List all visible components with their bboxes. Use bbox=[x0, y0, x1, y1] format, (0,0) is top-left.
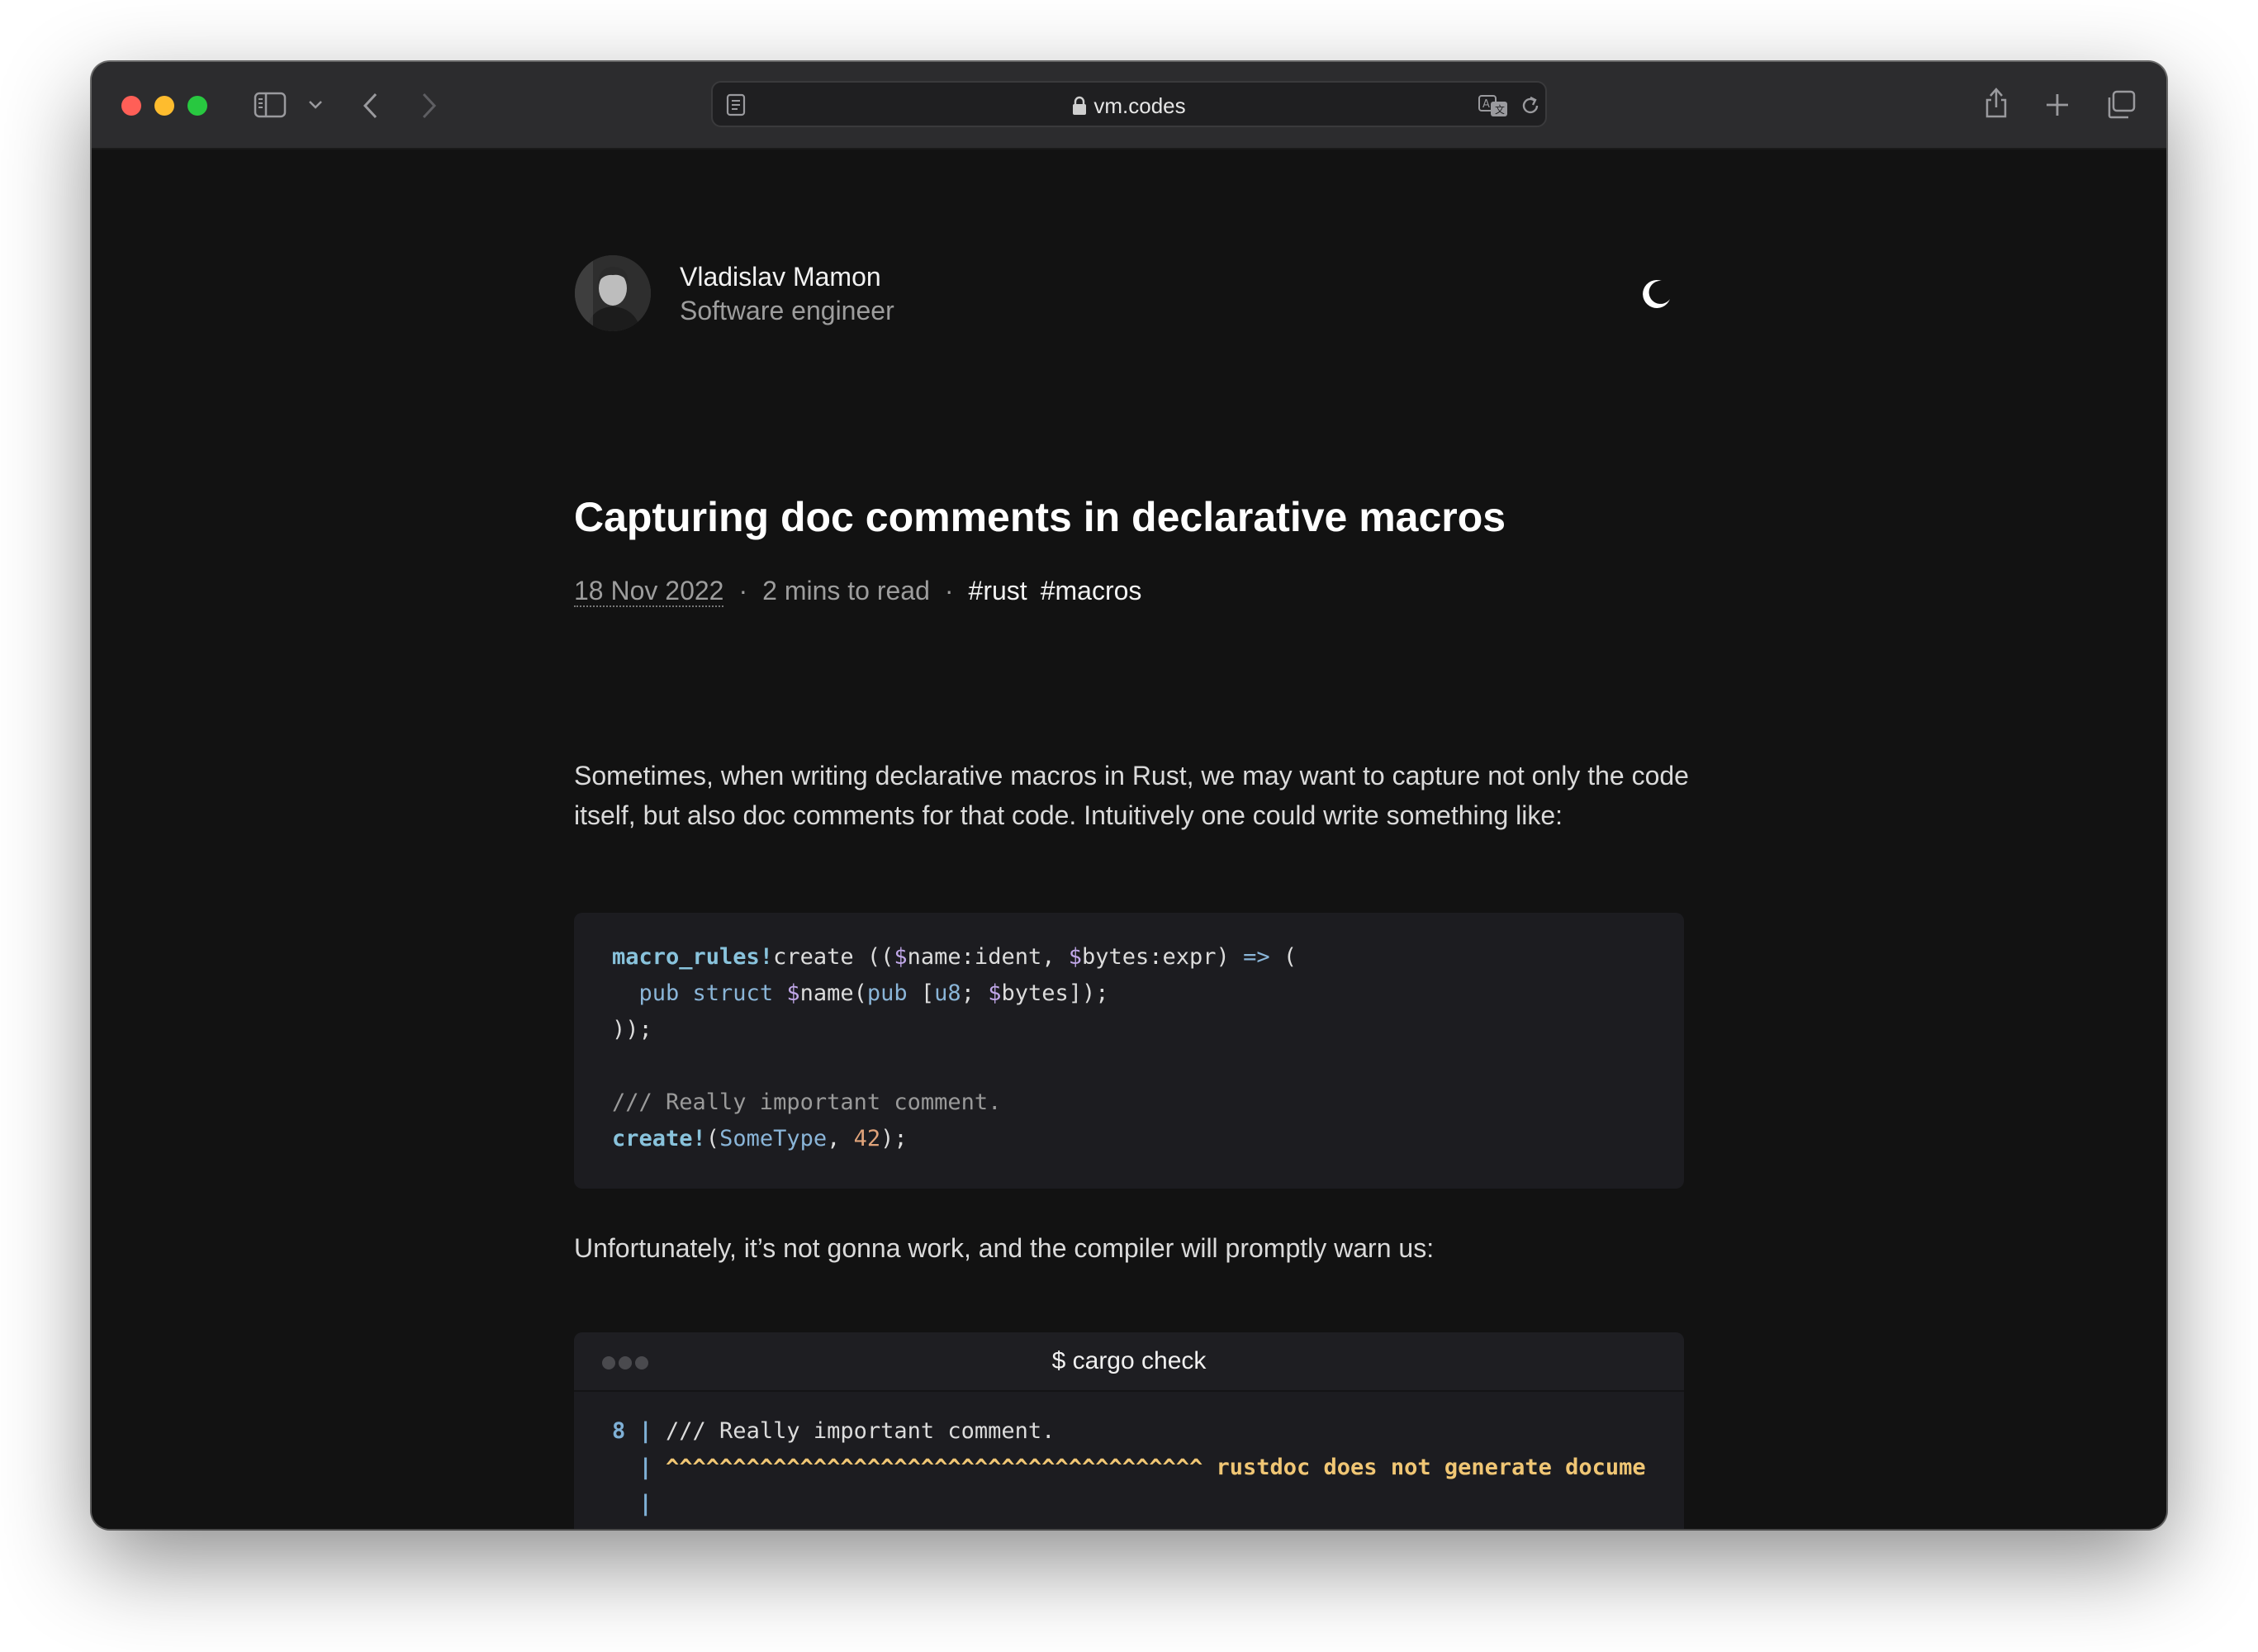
browser-window: vm.codes A 文 Vladislav Mamon Software en… bbox=[92, 62, 2166, 1529]
code-token: = bbox=[612, 1527, 666, 1529]
code-token: )); bbox=[612, 1017, 652, 1042]
terminal-header: $ cargo check bbox=[574, 1332, 1684, 1392]
code-token: $ bbox=[988, 980, 1002, 1006]
meta-separator: · bbox=[738, 576, 748, 605]
terminal-content: 8 | /// Really important comment. | ^^^^… bbox=[612, 1413, 1646, 1529]
code-token: macro_rules! bbox=[612, 944, 774, 970]
code-token: create! bbox=[612, 1126, 706, 1151]
sidebar-icon[interactable] bbox=[254, 92, 287, 118]
avatar-photo bbox=[575, 255, 651, 331]
author-role: Software engineer bbox=[680, 296, 894, 325]
code-token: ( bbox=[1269, 944, 1297, 970]
code-token: | bbox=[612, 1491, 652, 1517]
theme-toggle-moon-icon[interactable] bbox=[1640, 278, 1673, 311]
code-token: /// Really important comment. bbox=[612, 1089, 1002, 1115]
page-content: Vladislav Mamon Software engineer Captur… bbox=[92, 150, 2166, 1529]
tab-overview-icon[interactable] bbox=[2105, 90, 2137, 120]
code-token: bytes:expr) bbox=[1082, 944, 1244, 970]
url-display[interactable]: vm.codes bbox=[713, 93, 1545, 119]
code-token: 8 | bbox=[612, 1418, 666, 1444]
share-icon[interactable] bbox=[1983, 85, 2009, 120]
code-token: help: bbox=[666, 1527, 733, 1529]
code-token: name:ident, bbox=[907, 944, 1069, 970]
code-line: pub struct $name(pub [u8; $bytes]); bbox=[612, 976, 1646, 1012]
code-token: ( bbox=[705, 1126, 720, 1151]
publish-date[interactable]: 18 Nov 2022 bbox=[574, 576, 724, 607]
code-token: [ bbox=[907, 980, 935, 1006]
svg-text:文: 文 bbox=[1495, 103, 1505, 116]
forward-icon[interactable] bbox=[419, 92, 439, 120]
code-token: ; bbox=[961, 980, 989, 1006]
close-window-button[interactable] bbox=[121, 96, 141, 116]
read-time: 2 mins to read bbox=[762, 576, 930, 605]
terminal-line: 8 | /// Really important comment. bbox=[612, 1413, 1646, 1450]
code-token: $ bbox=[786, 980, 800, 1006]
article-meta: 18 Nov 2022 · 2 mins to read · #rust #macros bbox=[574, 576, 1142, 607]
terminal-line: | bbox=[612, 1486, 1646, 1522]
terminal-title: $ cargo check bbox=[1051, 1347, 1207, 1374]
code-token: $ bbox=[1068, 944, 1082, 970]
tag-rust[interactable]: #rust bbox=[969, 576, 1027, 605]
code-line: create!(SomeType, 42); bbox=[612, 1121, 1646, 1157]
code-block: macro_rules!create (($name:ident, $bytes… bbox=[574, 913, 1684, 1189]
new-tab-icon[interactable] bbox=[2044, 92, 2071, 118]
reload-icon[interactable] bbox=[1519, 94, 1542, 117]
code-token: ^^^^^^^^^^^^^^^^^^^^^^^^^^^^^^^^^^^^^^^^… bbox=[666, 1455, 1646, 1480]
code-content: macro_rules!create (($name:ident, $bytes… bbox=[612, 939, 1646, 1157]
terminal-line: | ^^^^^^^^^^^^^^^^^^^^^^^^^^^^^^^^^^^^^^… bbox=[612, 1450, 1646, 1486]
code-token: SomeType bbox=[719, 1126, 828, 1151]
code-line: )); bbox=[612, 1012, 1646, 1048]
code-token: create (( bbox=[773, 944, 894, 970]
svg-text:A: A bbox=[1482, 98, 1490, 111]
terminal-block: $ cargo check 8 | /// Really important c… bbox=[574, 1332, 1684, 1529]
zoom-window-button[interactable] bbox=[187, 96, 207, 116]
code-token: to document an item produced by a macro,… bbox=[733, 1527, 1646, 1529]
code-line: /// Really important comment. bbox=[612, 1085, 1646, 1121]
code-token: name( bbox=[799, 980, 867, 1006]
tag-macros[interactable]: #macros bbox=[1041, 576, 1142, 605]
code-token: /// Really important comment. bbox=[666, 1418, 1055, 1444]
code-token: pub bbox=[866, 980, 908, 1006]
code-token: 42 bbox=[853, 1126, 881, 1151]
code-token: => bbox=[1243, 944, 1270, 970]
code-token: ); bbox=[880, 1126, 908, 1151]
meta-separator: · bbox=[944, 576, 954, 605]
translate-icon[interactable]: A 文 bbox=[1478, 93, 1511, 118]
author-name[interactable]: Vladislav Mamon bbox=[680, 262, 881, 292]
intro-paragraph: Sometimes, when writing declarative macr… bbox=[574, 761, 1689, 830]
minimize-window-button[interactable] bbox=[154, 96, 174, 116]
browser-toolbar: vm.codes A 文 bbox=[92, 62, 2166, 150]
terminal-output: 8 | /// Really important comment. | ^^^^… bbox=[612, 1413, 1646, 1529]
code-token: $ bbox=[894, 944, 908, 970]
lock-icon bbox=[1073, 96, 1087, 115]
code-token: , bbox=[827, 1126, 854, 1151]
chevron-down-icon[interactable] bbox=[308, 100, 323, 110]
code-token: bytes]); bbox=[1001, 980, 1109, 1006]
author-avatar[interactable] bbox=[575, 255, 651, 331]
code-line: macro_rules!create (($name:ident, $bytes… bbox=[612, 939, 1646, 976]
code-token: pub struct bbox=[638, 980, 787, 1006]
address-bar[interactable]: vm.codes A 文 bbox=[711, 81, 1547, 127]
code-token: | bbox=[612, 1455, 666, 1480]
code-token: u8 bbox=[934, 980, 961, 1006]
back-icon[interactable] bbox=[361, 92, 381, 120]
url-text: vm.codes bbox=[1093, 93, 1186, 118]
terminal-line: = help: to document an item produced by … bbox=[612, 1522, 1646, 1529]
warning-intro-paragraph: Unfortunately, it’s not gonna work, and … bbox=[574, 1233, 1435, 1263]
article-title: Capturing doc comments in declarative ma… bbox=[574, 494, 1506, 540]
